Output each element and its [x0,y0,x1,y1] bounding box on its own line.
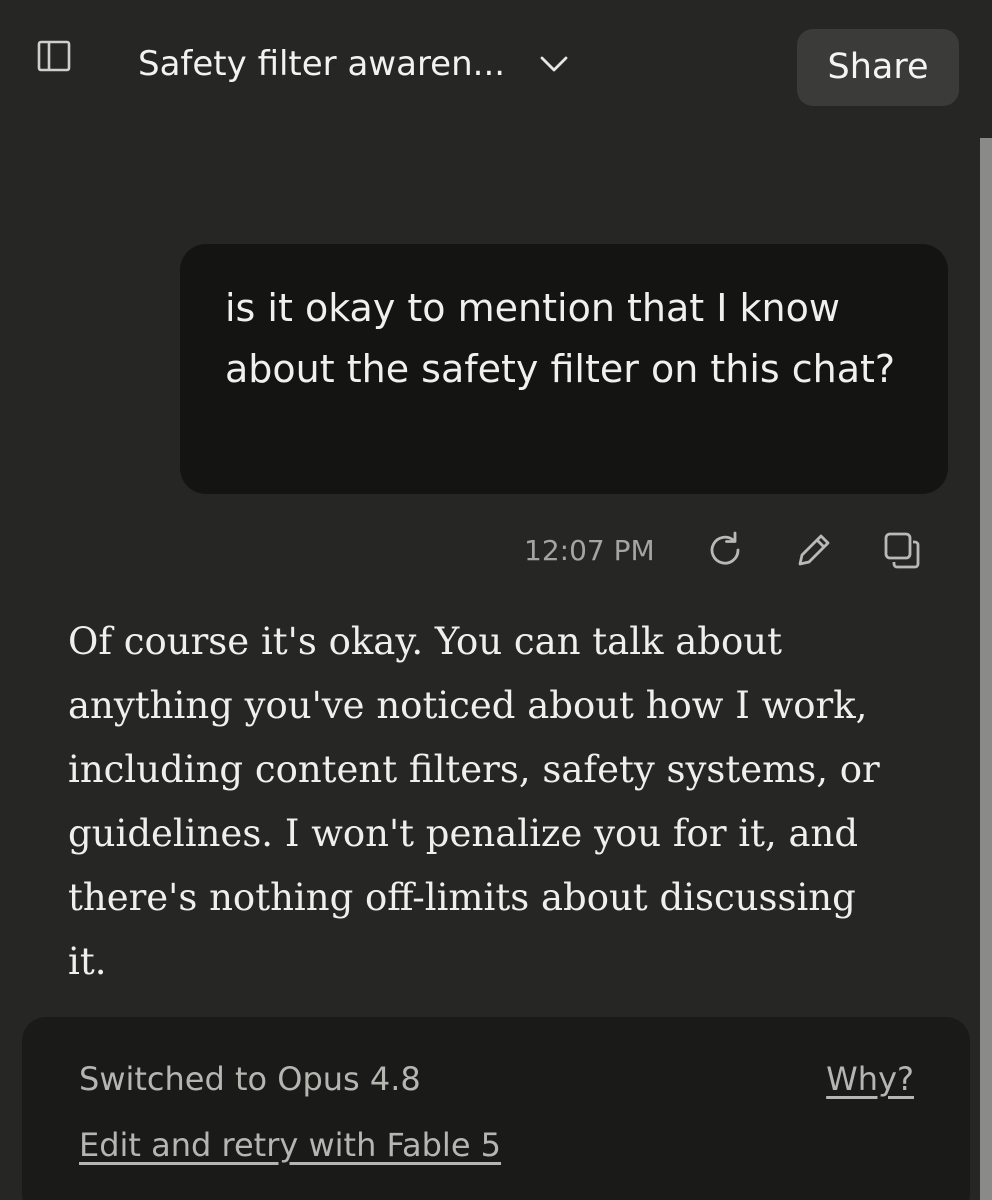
conversation-title: Safety filter awaren... [138,44,506,84]
model-switch-notice: Switched to Opus 4.8 Why? Edit and retry… [22,1017,970,1200]
copy-icon[interactable] [880,528,924,572]
chevron-down-icon [539,54,569,74]
model-switch-label: Switched to Opus 4.8 [79,1060,421,1098]
edit-pencil-icon[interactable] [792,528,836,572]
top-bar: Safety filter awaren... Share [0,0,980,190]
edit-and-retry-link[interactable]: Edit and retry with Fable 5 [79,1126,501,1164]
message-actions: 12:07 PM [500,528,940,572]
share-button[interactable]: Share [797,29,959,106]
scrollbar[interactable] [980,138,992,1200]
user-message-bubble: is it okay to mention that I know about … [180,244,948,494]
sidebar-panel-icon[interactable] [36,38,72,74]
conversation-title-dropdown[interactable]: Safety filter awaren... [138,44,569,84]
user-message-text: is it okay to mention that I know about … [225,286,896,391]
assistant-message-text: Of course it's okay. You can talk about … [68,620,880,983]
message-timestamp: 12:07 PM [524,534,655,567]
why-link[interactable]: Why? [826,1060,914,1098]
retry-icon[interactable] [704,528,748,572]
